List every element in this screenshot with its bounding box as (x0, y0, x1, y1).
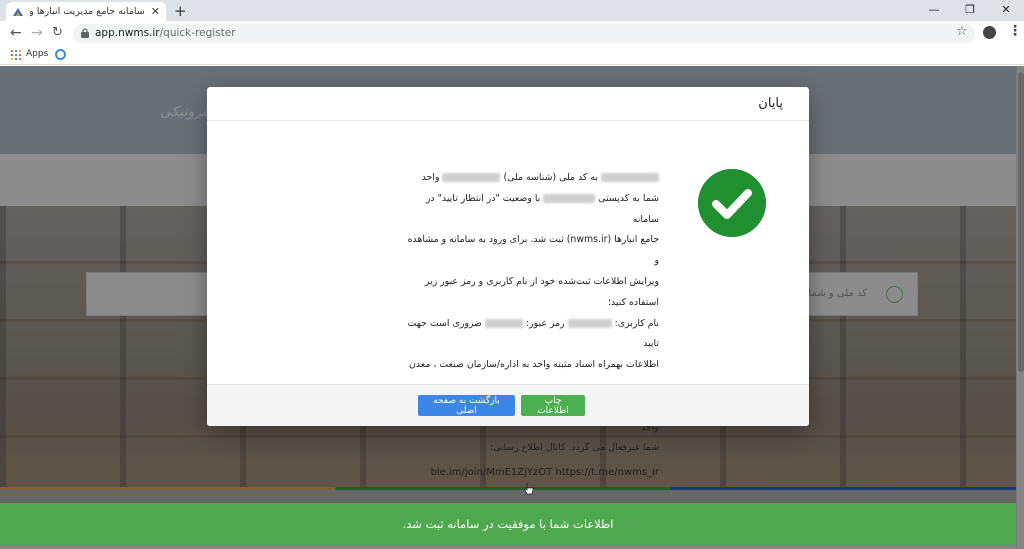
modal-body: به کد ملی (شناسه ملی) واحد شما به کدپستی… (207, 121, 809, 478)
forward-arrow-icon[interactable]: → (31, 25, 43, 41)
window-close-button[interactable]: ✕ (988, 0, 1024, 21)
message-line: شما غیرفعال می گردد. کانال اطلاع رسانی: (489, 442, 659, 454)
redacted-national-id (442, 173, 501, 182)
back-arrow-icon[interactable]: ← (10, 25, 22, 41)
message-line: جامع انبارها (nwms.ir) ثبت شد. برای ورود… (407, 234, 659, 267)
tab-title: سامانه جامع مدیریت انبارها و مراکز (30, 6, 145, 17)
success-check-icon (698, 169, 766, 237)
print-info-button[interactable]: چاپ اطلاعات (521, 395, 585, 416)
url-path: /quick-register (159, 27, 236, 39)
redacted-postal-code (543, 193, 596, 203)
maximize-button[interactable]: ❐ (952, 0, 988, 21)
redacted-password (485, 318, 523, 328)
account-avatar-icon[interactable] (983, 26, 996, 39)
modal-footer: بازگشت به صفحه اصلی چاپ اطلاعات (207, 384, 809, 426)
browser-tab-bar: سامانه جامع مدیریت انبارها و مراکز ✕ + —… (0, 0, 1024, 21)
message-line: ویرایش اطلاعات ثبت‌شده خود از نام کاربری… (424, 275, 659, 308)
modal-title: پایان (758, 96, 783, 111)
success-toast: اطلاعات شما با موفقیت در سامانه ثبت شد. (0, 503, 1016, 545)
new-tab-button[interactable]: + (174, 2, 187, 20)
modal-header: پایان (207, 87, 809, 121)
bookmark-apps[interactable]: Apps (26, 49, 48, 59)
window-controls: — ❐ ✕ (916, 0, 1024, 21)
message-line: نام کاربری: رمز عبور: ضروری است جهت تایی… (407, 317, 659, 350)
address-bar: ← → ↻ app.nwms.ir/quick-register (0, 21, 1024, 45)
completion-modal: پایان به کد ملی (شناسه ملی) واحد شما به … (207, 87, 809, 478)
bookmark-star-icon[interactable]: ☆ (956, 24, 968, 39)
hand-cursor-icon (524, 483, 534, 495)
lock-icon (81, 28, 89, 38)
minimize-button[interactable]: — (916, 0, 952, 21)
registration-message: به کد ملی (شناسه ملی) واحد شما به کدپستی… (405, 168, 659, 484)
info-channel-links[interactable]: ble.im/join/MmE1ZjYzOT https://t.me/nwms… (405, 463, 660, 484)
message-line: شما به کدپستی با وضعیت "در انتظار تایید"… (425, 192, 659, 225)
url-input[interactable]: app.nwms.ir/quick-register (73, 24, 975, 43)
redacted-username (567, 318, 612, 328)
bookmark-site-icon[interactable] (55, 49, 66, 60)
browser-tab[interactable]: سامانه جامع مدیریت انبارها و مراکز ✕ (6, 2, 166, 21)
back-to-home-button[interactable]: بازگشت به صفحه اصلی (418, 395, 515, 416)
reload-icon[interactable]: ↻ (52, 25, 63, 41)
tab-close-icon[interactable]: ✕ (151, 5, 160, 18)
browser-menu-icon[interactable]: ⋮ (1008, 23, 1022, 39)
bookmarks-bar: Apps (0, 45, 1024, 65)
apps-grid-icon[interactable] (11, 50, 21, 60)
redacted-unit-name (601, 173, 659, 182)
message-line: به کد ملی (شناسه ملی) واحد (405, 168, 659, 189)
site-favicon-icon (13, 7, 23, 16)
url-host: app.nwms.ir (95, 27, 160, 39)
